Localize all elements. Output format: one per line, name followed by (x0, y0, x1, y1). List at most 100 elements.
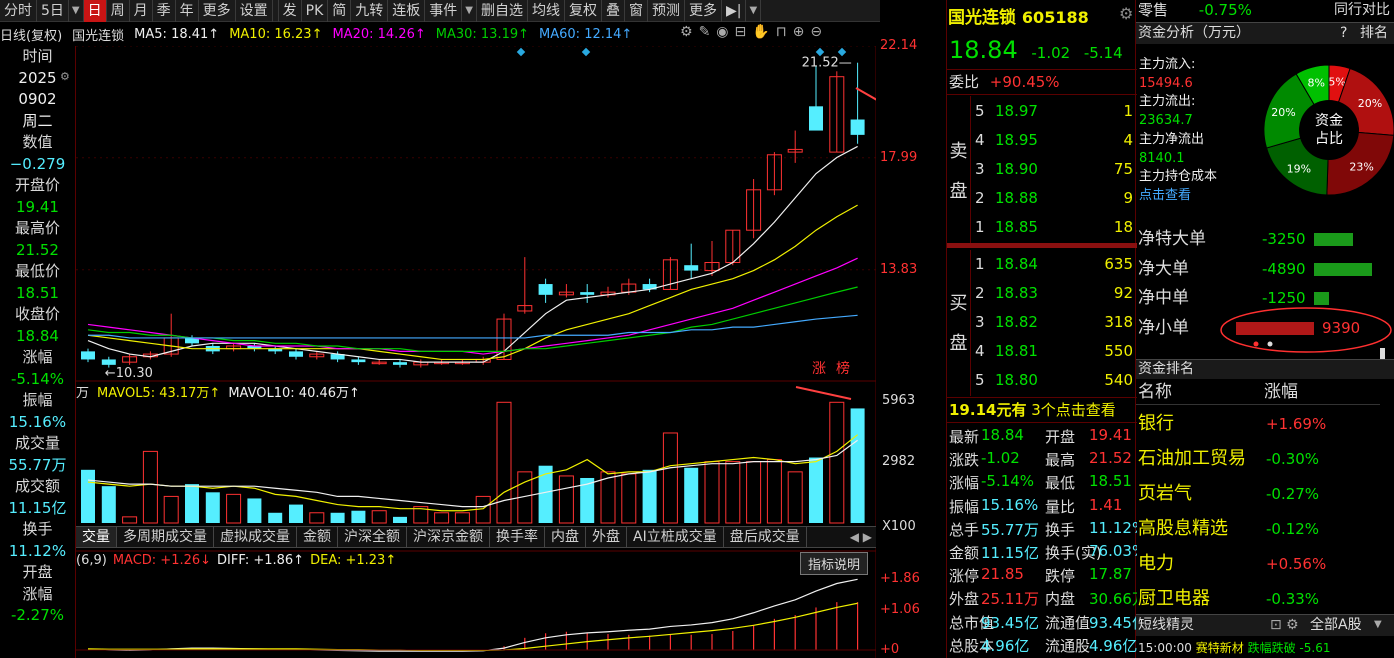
toolbar-item[interactable]: 复权 (565, 0, 602, 22)
volume-bar[interactable] (185, 484, 199, 523)
volume-bar[interactable] (351, 510, 366, 523)
rank-row[interactable]: 页岩气 -0.27% (1138, 479, 1378, 509)
buy-row[interactable]: 4 18.81 550 (947, 339, 1137, 364)
rank-row[interactable]: 银行 +1.69% (1138, 409, 1378, 439)
candle-body[interactable] (393, 362, 407, 365)
order-row[interactable]: 净特大单 -3250 (1138, 226, 1394, 252)
volume-bar[interactable] (226, 493, 242, 524)
rank-tag[interactable]: 涨 (812, 361, 826, 377)
volume-bar[interactable] (393, 516, 407, 523)
candle-body[interactable] (81, 351, 95, 360)
chart-mode[interactable]: 日线(复权) (0, 25, 62, 44)
candle-body[interactable] (289, 351, 303, 357)
rank-col-pct[interactable]: 涨幅 (1264, 379, 1298, 405)
gear-icon[interactable]: ⚙ (1119, 4, 1133, 23)
candle-body[interactable] (850, 119, 865, 135)
rank-col-name[interactable]: 名称 (1138, 382, 1172, 402)
indicator-tab[interactable]: 沪深全额 (338, 527, 407, 547)
toolbar-item[interactable]: 事件 (425, 0, 463, 22)
toolbar-item[interactable]: 发 (279, 0, 302, 22)
candle-body[interactable] (538, 284, 553, 295)
toolbar-item[interactable]: 简 (328, 0, 352, 22)
volume-bar[interactable] (81, 469, 95, 523)
indicator-tab[interactable]: 沪深京金额 (407, 527, 490, 547)
toolbar-item[interactable]: 更多 (199, 0, 236, 22)
volume-bar[interactable] (725, 461, 741, 524)
cost-link[interactable]: 点击查看 (1139, 187, 1267, 206)
toolbar-item[interactable]: 更多 (685, 0, 722, 22)
volume-bar[interactable] (766, 459, 782, 524)
toolbar-item[interactable]: 九转 (351, 0, 389, 22)
sell-row[interactable]: 1 18.85 18 (947, 215, 1137, 240)
volume-bar[interactable] (746, 461, 762, 524)
settings-icon[interactable]: ⚙ (680, 24, 693, 40)
volume-bar[interactable] (684, 467, 699, 523)
gear-icon[interactable]: ⚙ (1286, 615, 1299, 635)
chevron-down-icon[interactable]: ▼ (1374, 615, 1382, 635)
volume-bar[interactable] (330, 512, 345, 523)
toolbar-item[interactable]: ▼ (462, 0, 477, 22)
toolbar-item[interactable]: 预测 (648, 0, 685, 22)
volume-bar[interactable] (371, 510, 387, 524)
toolbar-item[interactable]: 月 (130, 0, 153, 22)
volume-bar[interactable] (787, 471, 803, 524)
order-row[interactable]: 净大单 -4890 (1138, 256, 1394, 282)
bag-icon[interactable]: ⊟ (735, 24, 747, 40)
toolbar-item[interactable]: 分时 (0, 0, 37, 22)
pen-icon[interactable]: ✎ (699, 24, 711, 40)
toolbar-item[interactable]: 周 (107, 0, 130, 22)
volume-bar[interactable] (101, 486, 116, 523)
toolbar-item[interactable]: ▼ (746, 0, 762, 22)
toolbar-item[interactable]: ▼ (69, 0, 84, 22)
buy-row[interactable]: 5 18.80 540 (947, 368, 1137, 393)
indicator-tab[interactable]: AI立桩成交量 (627, 527, 724, 547)
rank-row[interactable]: 厨卫电器 -0.33% (1138, 584, 1378, 614)
candle-body[interactable] (351, 359, 366, 363)
volume-bar[interactable] (642, 469, 657, 523)
toolbar-item[interactable]: 连板 (388, 0, 426, 22)
tab-scroll-arrows[interactable]: ◀ ▶ (846, 527, 876, 547)
toolbar-item[interactable]: ▶| (722, 0, 747, 22)
volume-bar[interactable] (122, 516, 138, 524)
indicator-tab[interactable]: 多周期成交量 (117, 527, 214, 547)
promo-row[interactable]: 19.14元有 3个点击查看 (947, 397, 1137, 423)
candle-body[interactable] (684, 265, 699, 271)
promo-link[interactable]: 3个点击查看 (1031, 401, 1116, 419)
volume-bar[interactable] (850, 408, 865, 523)
expand-icon[interactable]: ⊡ (1270, 615, 1282, 635)
indicator-tab[interactable]: 内盘 (545, 527, 586, 547)
toolbar-item[interactable]: 窗 (625, 0, 648, 22)
indicator-tab[interactable]: 盘后成交量 (724, 527, 807, 547)
indicator-tab[interactable]: 换手率 (490, 527, 545, 547)
volume-bar[interactable] (289, 504, 303, 523)
toolbar-item[interactable]: 均线 (528, 0, 565, 22)
toolbar-item[interactable]: 日 (83, 0, 107, 22)
volume-bar[interactable] (662, 432, 678, 524)
toolbar-item[interactable]: 删自选 (477, 0, 528, 22)
indicator-tab[interactable]: 虚拟成交量 (214, 527, 297, 547)
volume-bar[interactable] (309, 512, 325, 524)
help-icon[interactable]: ? (1340, 23, 1347, 43)
industry-compare[interactable]: 同行对比 (1334, 0, 1390, 20)
spirit-row[interactable]: 15:00:00 赛特新材 跌幅跌破 -5.61 (1138, 639, 1394, 657)
volume-bar[interactable] (558, 475, 574, 524)
indicator-help-button[interactable]: 指标说明 (800, 552, 869, 575)
candle-body[interactable] (101, 359, 116, 365)
volume-bar[interactable] (268, 512, 283, 523)
volume-bar[interactable] (454, 512, 470, 524)
volume-bar[interactable] (829, 401, 845, 524)
indicator-tab[interactable]: 交量 (76, 527, 117, 547)
candle-body[interactable] (580, 292, 595, 295)
toolbar-item[interactable]: PK (302, 0, 329, 22)
hand-icon[interactable]: ✋ (752, 24, 769, 40)
sell-row[interactable]: 2 18.88 9 (947, 186, 1137, 211)
volume-bar[interactable] (142, 450, 158, 524)
buy-row[interactable]: 1 18.84 635 (947, 252, 1137, 277)
volume-bar[interactable] (704, 461, 720, 524)
event-diamond[interactable] (581, 47, 591, 57)
buy-row[interactable]: 3 18.82 318 (947, 310, 1137, 335)
toolbar-item[interactable]: 5日 (37, 0, 69, 22)
indicator-tab[interactable]: 外盘 (586, 527, 627, 547)
toolbar-item[interactable]: 季 (153, 0, 176, 22)
candle-body[interactable] (809, 106, 823, 131)
